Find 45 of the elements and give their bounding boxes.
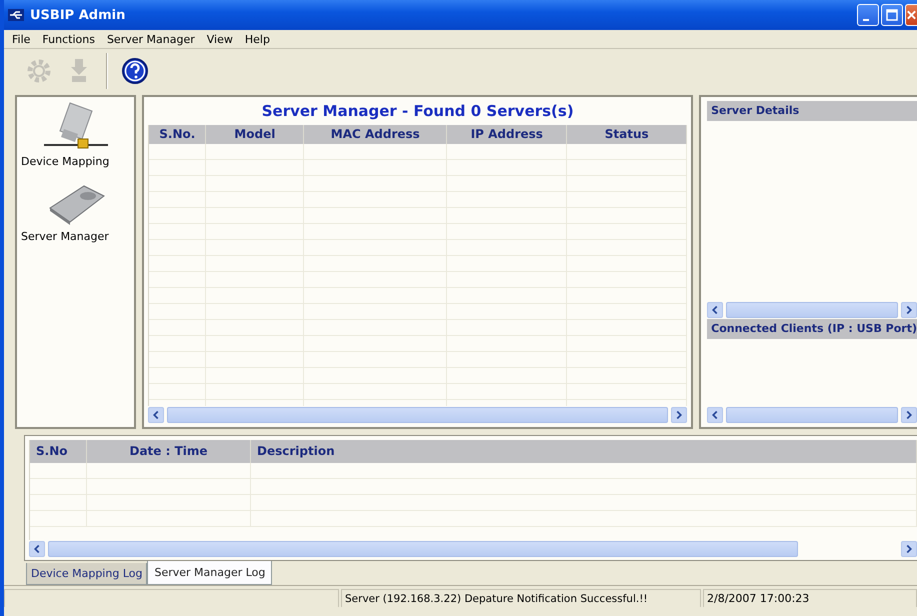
scroll-right-icon[interactable] — [901, 302, 917, 318]
log-tab[interactable]: Device Mapping Log — [26, 563, 148, 585]
scroll-left-icon[interactable] — [29, 541, 45, 557]
horizontal-scrollbar[interactable] — [148, 406, 688, 424]
column-header[interactable]: MAC Address — [304, 125, 448, 144]
minimize-button[interactable] — [857, 4, 879, 26]
column-header[interactable]: Status — [567, 125, 688, 144]
scroll-left-icon[interactable] — [707, 302, 724, 318]
horizontal-scrollbar[interactable] — [707, 301, 917, 319]
column-header[interactable]: S.No. — [149, 125, 206, 144]
close-button[interactable] — [905, 4, 917, 26]
scroll-right-icon[interactable] — [901, 407, 917, 423]
column-header[interactable]: Description — [251, 440, 917, 463]
maximize-icon — [886, 9, 898, 21]
menu-item[interactable]: View — [200, 32, 239, 46]
log-tab[interactable]: Server Manager Log — [147, 561, 272, 585]
panel-title: Connected Clients (IP : USB Port) — [707, 319, 917, 339]
window-title: USBIP Admin — [30, 8, 126, 22]
sidebar-item[interactable]: Server Manager — [17, 180, 134, 243]
close-icon — [906, 9, 917, 21]
panel-title: Server Manager - Found 0 Servers(s) — [260, 101, 575, 122]
scroll-left-icon[interactable] — [707, 407, 724, 423]
minimize-icon — [863, 19, 869, 21]
menu-item[interactable]: Functions — [36, 32, 101, 46]
scroll-right-icon[interactable] — [671, 407, 688, 423]
scroll-right-icon[interactable] — [901, 541, 917, 557]
column-header[interactable]: Model — [206, 125, 304, 144]
maximize-button[interactable] — [881, 4, 903, 26]
menu-item[interactable]: Server Manager — [100, 32, 201, 46]
column-header[interactable]: S.No — [30, 440, 87, 463]
sidebar-label: Server Manager — [20, 230, 109, 243]
column-header[interactable]: Date : Time — [87, 440, 251, 463]
panel-title: Server Details — [707, 101, 917, 121]
scroll-left-icon[interactable] — [148, 407, 164, 423]
column-header[interactable]: IP Address — [447, 125, 568, 144]
help-icon — [120, 56, 150, 86]
horizontal-scrollbar[interactable] — [707, 406, 917, 424]
status-message: Server (192.168.3.22) Depature Notification Successful.!! — [341, 589, 701, 607]
horizontal-scrollbar[interactable] — [29, 540, 917, 558]
sidebar-item[interactable]: Device Mapping — [17, 99, 134, 168]
usb-icon — [8, 9, 24, 21]
menu-item[interactable]: File — [6, 32, 36, 46]
menu-item[interactable]: Help — [238, 32, 276, 46]
sidebar-label: Device Mapping — [20, 155, 110, 168]
status-time: 2/8/2007 17:00:23 — [703, 589, 917, 607]
